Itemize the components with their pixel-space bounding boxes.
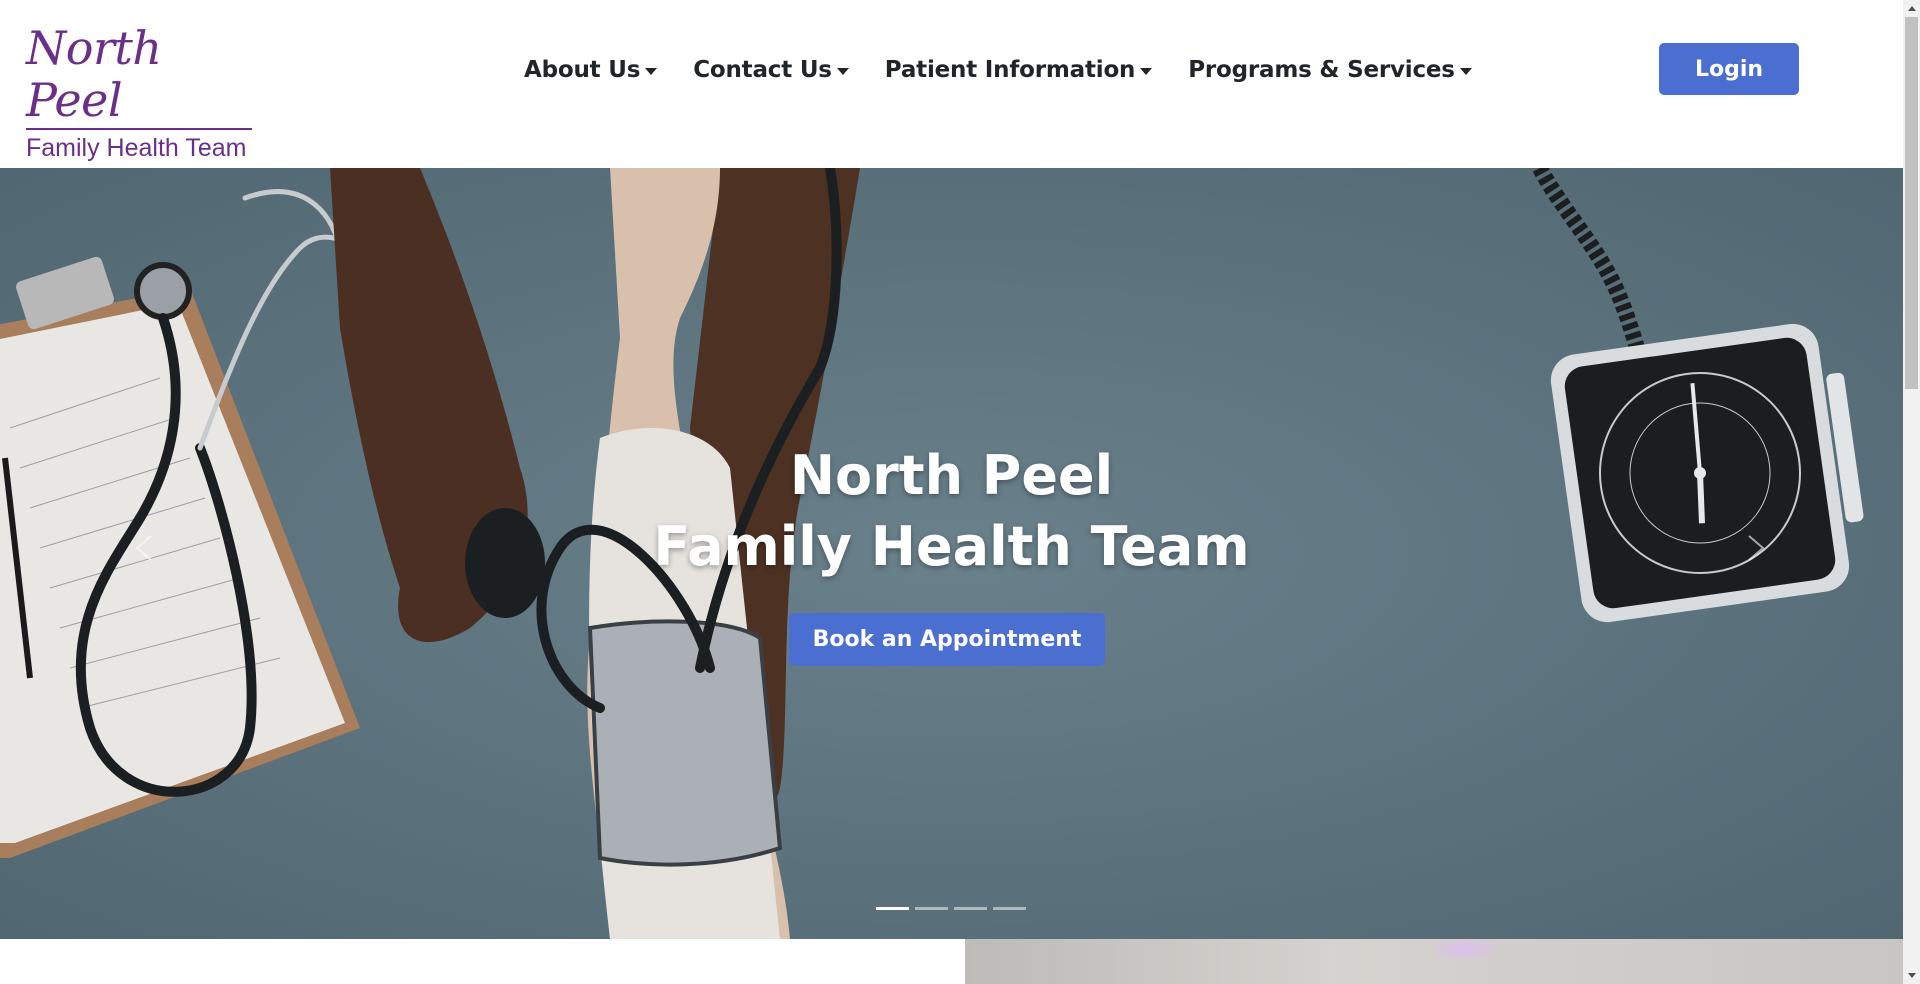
nav-item-label: Patient Information	[884, 57, 1136, 83]
carousel-indicator-4[interactable]	[993, 907, 1026, 910]
nav-item-contact-us[interactable]: Contact Us	[693, 52, 849, 88]
nav-item-patient-information[interactable]: Patient Information	[884, 52, 1153, 88]
nav-item-about-us[interactable]: About Us	[524, 52, 658, 88]
nav-item-label: Programs & Services	[1188, 57, 1455, 83]
carousel-indicators	[876, 907, 1026, 910]
login-button[interactable]: Login	[1659, 43, 1799, 95]
caret-down-icon	[1140, 67, 1153, 75]
scroll-up-icon[interactable]	[1903, 0, 1920, 17]
site-logo[interactable]: North Peel Family Health Team	[26, 22, 256, 162]
page-scrollbar[interactable]	[1903, 0, 1920, 984]
main-nav: About Us Contact Us Patient Information …	[524, 52, 1508, 88]
light-glow	[1435, 939, 1495, 959]
caret-down-icon	[836, 67, 849, 75]
site-header: North Peel Family Health Team About Us C…	[0, 0, 1900, 168]
content-section-left	[0, 939, 965, 984]
caret-down-icon	[1459, 67, 1472, 75]
blood-pressure-cuff-icon	[587, 619, 783, 867]
nav-item-label: Contact Us	[693, 57, 832, 83]
scroll-down-icon[interactable]	[1903, 967, 1920, 984]
carousel-indicator-2[interactable]	[915, 907, 948, 910]
nav-item-programs-services[interactable]: Programs & Services	[1188, 52, 1472, 88]
carousel-indicator-3[interactable]	[954, 907, 987, 910]
nav-item-label: About Us	[524, 57, 641, 83]
logo-divider	[26, 128, 252, 130]
hero-carousel: North Peel Family Health Team Book an Ap…	[0, 168, 1903, 939]
logo-title: North Peel	[26, 21, 162, 127]
caret-down-icon	[645, 67, 658, 75]
content-section-image	[965, 939, 1903, 984]
logo-subtitle: Family Health Team	[26, 134, 247, 162]
scrollbar-thumb[interactable]	[1905, 17, 1918, 389]
hero-title-line1: North Peel	[789, 444, 1114, 507]
book-appointment-button[interactable]: Book an Appointment	[789, 613, 1105, 666]
hero-title-line2: Family Health Team	[653, 515, 1250, 578]
carousel-indicator-1[interactable]	[876, 907, 909, 910]
